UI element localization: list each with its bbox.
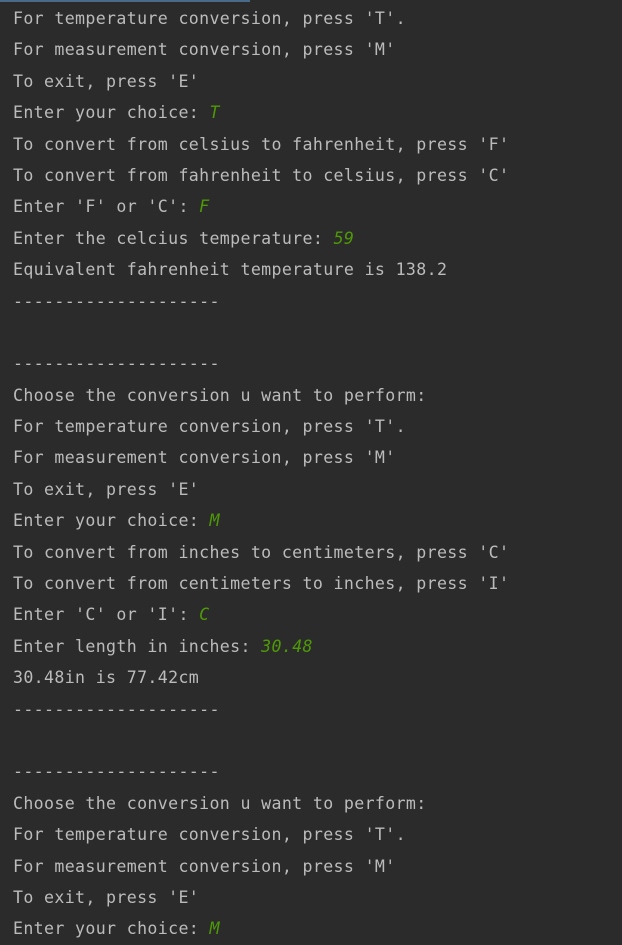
console-line-text: To convert from centimeters to inches, p… <box>13 574 510 594</box>
console-line-text: Enter your choice: <box>13 103 210 123</box>
console-line-text: Enter your choice: <box>13 919 210 939</box>
console-line: To convert from fahrenheit to celsius, p… <box>13 160 622 191</box>
console-line: To convert from inches to centimeters, p… <box>13 537 622 568</box>
console-user-input: 59 <box>333 228 355 248</box>
console-line-text: -------------------- <box>13 354 220 374</box>
console-user-input: C <box>199 605 210 625</box>
console-line-text: Enter the celcius temperature: <box>13 228 334 248</box>
console-line: For temperature conversion, press 'T'. <box>13 411 622 442</box>
console-line: Choose the conversion u want to perform: <box>13 380 622 411</box>
console-line-text: For temperature conversion, press 'T'. <box>13 825 406 845</box>
console-line-text: For measurement conversion, press 'M' <box>13 448 396 468</box>
console-line: Enter length in inches: 30.48 <box>13 631 622 662</box>
console-line-text: For temperature conversion, press 'T'. <box>13 417 406 437</box>
console-line: Enter 'C' or 'I': C <box>13 599 622 630</box>
console-line: For temperature conversion, press 'T'. <box>13 3 622 34</box>
console-line-text: To exit, press 'E' <box>13 479 200 499</box>
console-line-text: -------------------- <box>13 699 220 719</box>
console-line-text: To exit, press 'E' <box>13 71 200 91</box>
console-line-text: -------------------- <box>13 762 220 782</box>
console-line: Choose the conversion u want to perform: <box>13 788 622 819</box>
console-line-text: Enter 'F' or 'C': <box>13 197 200 217</box>
console-line: For measurement conversion, press 'M' <box>13 442 622 473</box>
console-line-text: Equivalent fahrenheit temperature is 138… <box>13 260 448 280</box>
console-line: To exit, press 'E' <box>13 66 622 97</box>
console-output[interactable]: For temperature conversion, press 'T'. Fo… <box>0 0 622 941</box>
console-line: -------------------- <box>13 756 622 787</box>
console-line-text: For temperature conversion, press 'T'. <box>13 9 406 28</box>
console-line: To convert from celsius to fahrenheit, p… <box>13 129 622 160</box>
console-user-input: M <box>209 919 220 939</box>
console-line: To exit, press 'E' <box>13 474 622 505</box>
console-line: 30.48in is 77.42cm <box>13 662 622 693</box>
console-user-input: F <box>199 197 210 217</box>
console-line: To exit, press 'E' <box>13 882 622 913</box>
console-user-input: 30.48 <box>261 636 313 656</box>
console-line-text: Enter length in inches: <box>13 636 262 656</box>
console-line: Enter your choice: M <box>13 505 622 536</box>
console-line-text: -------------------- <box>13 291 220 311</box>
console-line-text: Choose the conversion u want to perform: <box>13 793 427 813</box>
console-line: Enter your choice: M <box>13 913 622 944</box>
console-line-text: To convert from fahrenheit to celsius, p… <box>13 165 510 185</box>
console-line: -------------------- <box>13 348 622 379</box>
console-line: To convert from centimeters to inches, p… <box>13 568 622 599</box>
console-line-text: For measurement conversion, press 'M' <box>13 856 396 876</box>
console-line: Enter your choice: T <box>13 97 622 128</box>
console-line-text: Enter 'C' or 'I': <box>13 605 200 625</box>
console-line-text: Choose the conversion u want to perform: <box>13 385 427 405</box>
console-line: For temperature conversion, press 'T'. <box>13 819 622 850</box>
console-line-text: To convert from celsius to fahrenheit, p… <box>13 134 510 154</box>
console-line: For measurement conversion, press 'M' <box>13 851 622 882</box>
console-line: For measurement conversion, press 'M' <box>13 34 622 65</box>
console-line-text: Enter your choice: <box>13 511 210 531</box>
console-line-text: For measurement conversion, press 'M' <box>13 40 396 60</box>
console-line: -------------------- <box>13 286 622 317</box>
console-line: Equivalent fahrenheit temperature is 138… <box>13 254 622 285</box>
console-user-input: M <box>209 511 220 531</box>
console-line: Enter 'F' or 'C': F <box>13 191 622 222</box>
console-line: -------------------- <box>13 694 622 725</box>
console-line-text: 30.48in is 77.42cm <box>13 668 200 688</box>
console-user-input: T <box>209 103 220 123</box>
console-line-text: To exit, press 'E' <box>13 887 200 907</box>
console-line: Enter the celcius temperature: 59 <box>13 223 622 254</box>
console-line-text: To convert from inches to centimeters, p… <box>13 542 510 562</box>
